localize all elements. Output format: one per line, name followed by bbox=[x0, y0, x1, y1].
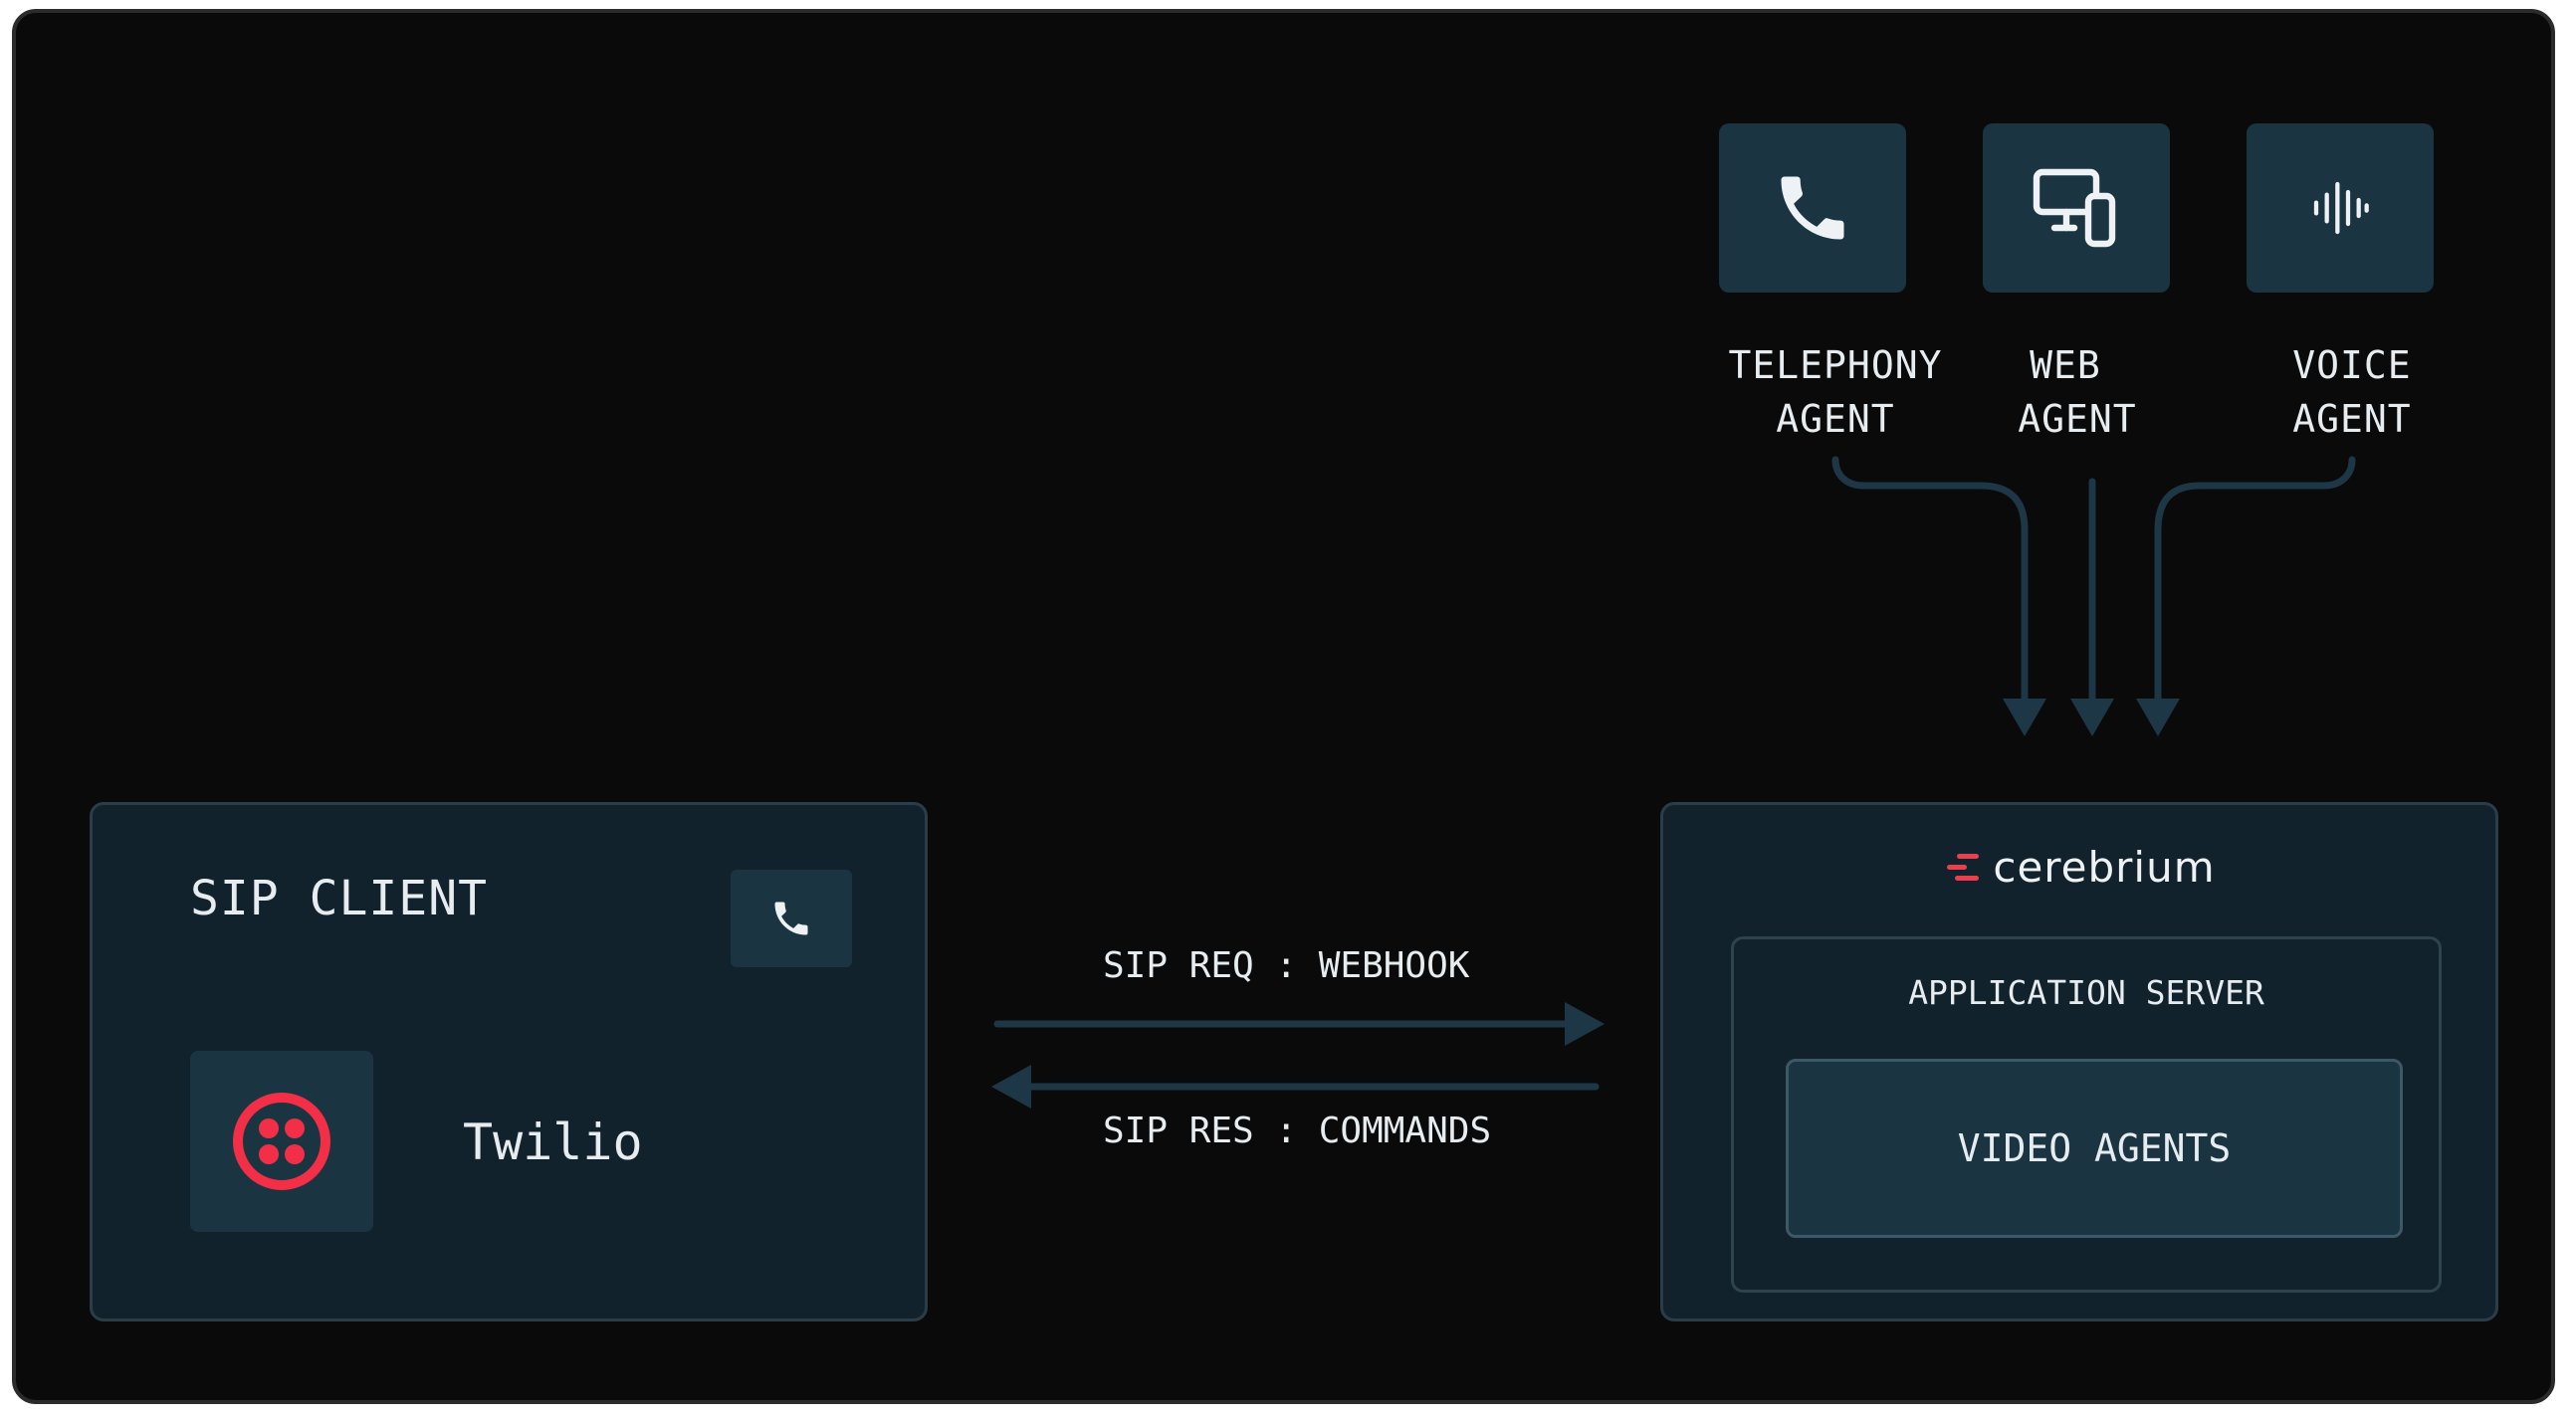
twilio-logo-tile bbox=[190, 1051, 373, 1232]
sip-response-label: SIP RES : COMMANDS bbox=[1103, 1111, 1492, 1151]
cerebrium-brand: cerebrium bbox=[1663, 843, 2495, 892]
sip-client-title: SIP CLIENT bbox=[190, 871, 488, 926]
web-agent-tile[interactable] bbox=[1983, 123, 2170, 293]
diagram-canvas: TELEPHONY AGENT WEB AGENT VOICE AGENT SI… bbox=[0, 0, 2576, 1418]
twilio-logo-icon bbox=[232, 1092, 331, 1191]
application-server-panel: APPLICATION SERVER VIDEO AGENTS bbox=[1731, 936, 2442, 1293]
cerebrium-logo-icon bbox=[1943, 848, 1983, 888]
voice-agent-label: VOICE AGENT bbox=[2203, 338, 2501, 446]
sip-phone-badge[interactable] bbox=[731, 870, 852, 967]
voice-agent-tile[interactable] bbox=[2247, 123, 2434, 293]
application-server-label: APPLICATION SERVER bbox=[1908, 973, 2264, 1012]
arrowhead-telephony bbox=[2003, 699, 2046, 736]
agent-label-line1: VOICE bbox=[2292, 343, 2412, 387]
sip-request-label: SIP REQ : WEBHOOK bbox=[1103, 945, 1470, 986]
connector-telephony bbox=[1831, 456, 2029, 706]
agent-label-line1: WEB bbox=[2030, 343, 2101, 387]
video-agents-label: VIDEO AGENTS bbox=[1957, 1126, 2232, 1170]
agent-label-line2: AGENT bbox=[2018, 397, 2137, 441]
web-agent-label: WEB AGENT bbox=[1928, 338, 2227, 446]
arrowhead-response bbox=[991, 1065, 1031, 1109]
arrowhead-voice bbox=[2136, 699, 2180, 736]
audio-wave-icon bbox=[2308, 176, 2372, 240]
arrowhead-web bbox=[2070, 699, 2114, 736]
devices-icon bbox=[2029, 160, 2124, 256]
cerebrium-brand-name: cerebrium bbox=[1993, 843, 2216, 892]
phone-icon bbox=[769, 897, 813, 940]
video-agents-box[interactable]: VIDEO AGENTS bbox=[1786, 1059, 2403, 1238]
cerebrium-panel: cerebrium APPLICATION SERVER VIDEO AGENT… bbox=[1660, 802, 2498, 1321]
phone-icon bbox=[1771, 166, 1854, 250]
telephony-agent-tile[interactable] bbox=[1719, 123, 1906, 293]
provider-name: Twilio bbox=[463, 1114, 643, 1171]
arrowhead-request bbox=[1565, 1002, 1605, 1046]
agent-label-line2: AGENT bbox=[2292, 397, 2412, 441]
connector-voice bbox=[2154, 456, 2356, 706]
sip-client-panel: SIP CLIENT Twilio bbox=[90, 802, 928, 1321]
